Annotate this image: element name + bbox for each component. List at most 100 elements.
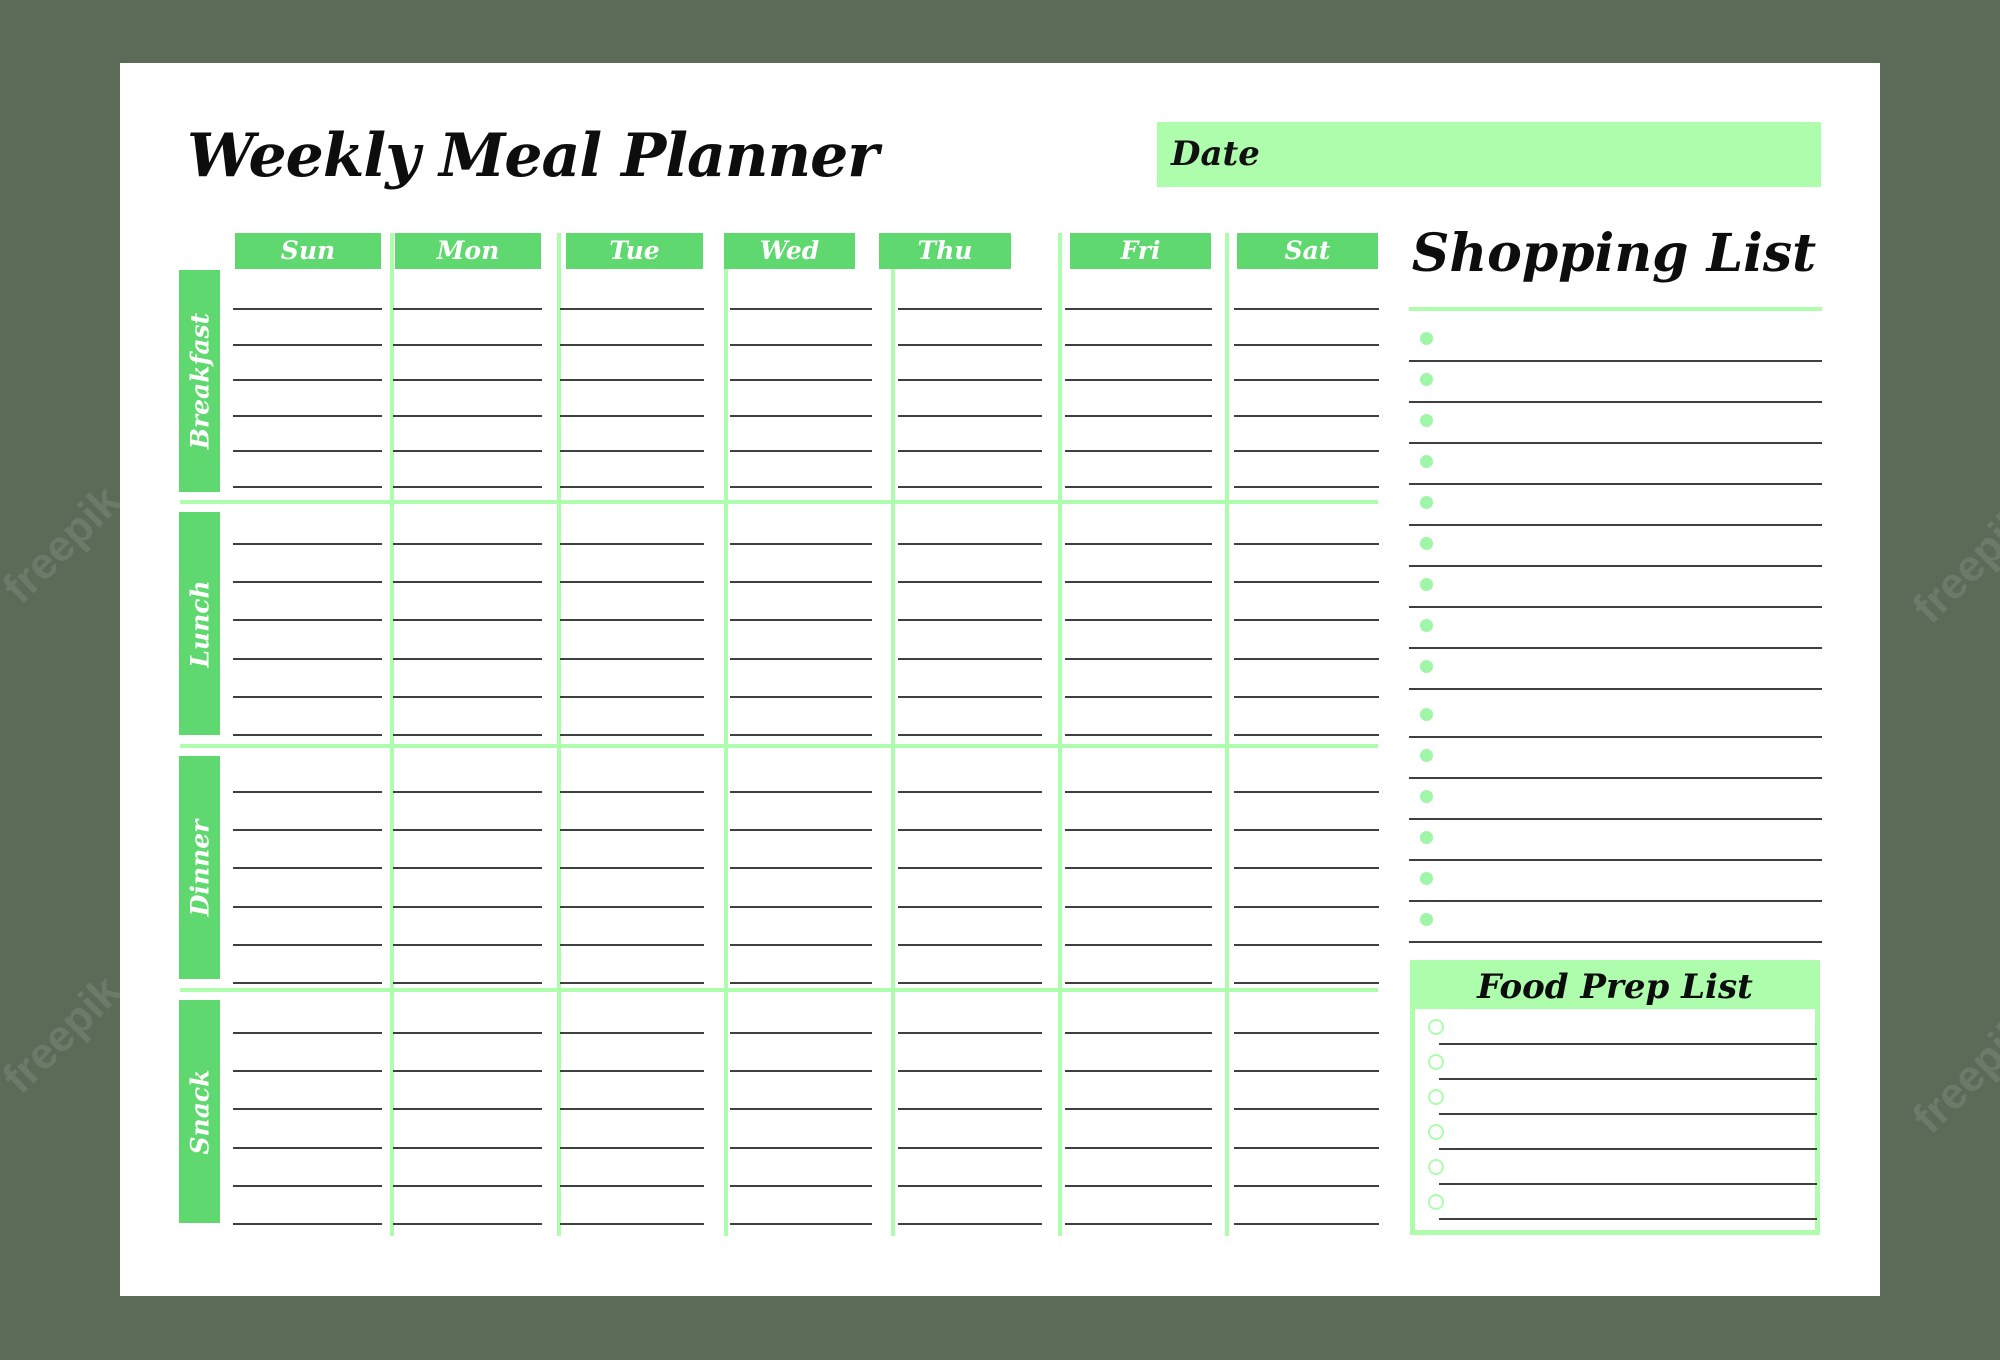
meal-entry-line-breakfast-thu[interactable] [898,415,1042,417]
meal-entry-line-dinner-sun[interactable] [233,867,382,869]
meal-entry-line-breakfast-sun[interactable] [233,486,382,488]
meal-entry-line-lunch-tue[interactable] [560,734,704,736]
meal-entry-line-dinner-tue[interactable] [560,867,704,869]
meal-entry-line-dinner-mon[interactable] [393,982,542,984]
meal-entry-line-snack-wed[interactable] [730,1223,872,1225]
meal-entry-line-lunch-fri[interactable] [1065,734,1212,736]
meal-entry-line-snack-sun[interactable] [233,1147,382,1149]
shopping-list-item[interactable] [1409,565,1822,567]
checkbox-circle-icon[interactable] [1428,1089,1444,1105]
meal-entry-line-dinner-wed[interactable] [730,791,872,793]
meal-entry-line-dinner-sat[interactable] [1234,906,1379,908]
shopping-list-item[interactable] [1409,736,1822,738]
meal-entry-line-snack-thu[interactable] [898,1223,1042,1225]
food-prep-item[interactable] [1439,1218,1817,1220]
meal-entry-line-breakfast-mon[interactable] [393,308,542,310]
meal-entry-line-dinner-thu[interactable] [898,944,1042,946]
shopping-list-item[interactable] [1409,818,1822,820]
meal-entry-line-lunch-sat[interactable] [1234,734,1379,736]
meal-entry-line-snack-tue[interactable] [560,1070,704,1072]
meal-entry-line-dinner-tue[interactable] [560,944,704,946]
meal-entry-line-dinner-sun[interactable] [233,982,382,984]
shopping-list-item[interactable] [1409,401,1822,403]
meal-entry-line-lunch-tue[interactable] [560,658,704,660]
meal-entry-line-snack-sat[interactable] [1234,1108,1379,1110]
meal-entry-line-breakfast-sun[interactable] [233,344,382,346]
food-prep-item[interactable] [1439,1043,1817,1045]
meal-entry-line-breakfast-sat[interactable] [1234,415,1379,417]
meal-entry-line-dinner-thu[interactable] [898,867,1042,869]
meal-entry-line-breakfast-sat[interactable] [1234,450,1379,452]
meal-entry-line-dinner-thu[interactable] [898,906,1042,908]
meal-entry-line-dinner-thu[interactable] [898,829,1042,831]
meal-entry-line-breakfast-wed[interactable] [730,308,872,310]
meal-entry-line-snack-fri[interactable] [1065,1147,1212,1149]
meal-entry-line-dinner-fri[interactable] [1065,829,1212,831]
meal-entry-line-dinner-fri[interactable] [1065,867,1212,869]
meal-entry-line-lunch-thu[interactable] [898,696,1042,698]
meal-entry-line-snack-wed[interactable] [730,1070,872,1072]
checkbox-circle-icon[interactable] [1428,1124,1444,1140]
meal-entry-line-lunch-sun[interactable] [233,696,382,698]
meal-entry-line-breakfast-sun[interactable] [233,450,382,452]
meal-entry-line-dinner-sun[interactable] [233,791,382,793]
meal-entry-line-dinner-mon[interactable] [393,906,542,908]
meal-entry-line-breakfast-tue[interactable] [560,450,704,452]
meal-entry-line-lunch-sat[interactable] [1234,581,1379,583]
meal-entry-line-lunch-mon[interactable] [393,696,542,698]
meal-entry-line-breakfast-tue[interactable] [560,308,704,310]
meal-entry-line-breakfast-wed[interactable] [730,379,872,381]
meal-entry-line-breakfast-sun[interactable] [233,415,382,417]
meal-entry-line-dinner-tue[interactable] [560,791,704,793]
checkbox-circle-icon[interactable] [1428,1019,1444,1035]
meal-entry-line-breakfast-tue[interactable] [560,379,704,381]
shopping-list-item[interactable] [1409,647,1822,649]
meal-entry-line-snack-tue[interactable] [560,1108,704,1110]
meal-entry-line-breakfast-fri[interactable] [1065,344,1212,346]
meal-entry-line-breakfast-mon[interactable] [393,415,542,417]
meal-entry-line-breakfast-sat[interactable] [1234,344,1379,346]
meal-entry-line-lunch-sun[interactable] [233,581,382,583]
meal-entry-line-snack-sun[interactable] [233,1223,382,1225]
meal-entry-line-breakfast-fri[interactable] [1065,379,1212,381]
meal-entry-line-dinner-thu[interactable] [898,791,1042,793]
meal-entry-line-breakfast-fri[interactable] [1065,450,1212,452]
meal-entry-line-lunch-sun[interactable] [233,619,382,621]
meal-entry-line-dinner-sat[interactable] [1234,982,1379,984]
meal-entry-line-snack-tue[interactable] [560,1032,704,1034]
meal-entry-line-lunch-sun[interactable] [233,734,382,736]
meal-entry-line-lunch-thu[interactable] [898,543,1042,545]
meal-entry-line-breakfast-thu[interactable] [898,308,1042,310]
meal-entry-line-snack-sat[interactable] [1234,1223,1379,1225]
meal-entry-line-snack-sun[interactable] [233,1070,382,1072]
date-field[interactable]: Date [1157,122,1821,187]
meal-entry-line-snack-thu[interactable] [898,1147,1042,1149]
meal-entry-line-snack-wed[interactable] [730,1147,872,1149]
meal-entry-line-lunch-sat[interactable] [1234,658,1379,660]
meal-entry-line-lunch-thu[interactable] [898,619,1042,621]
meal-entry-line-breakfast-mon[interactable] [393,379,542,381]
meal-entry-line-breakfast-mon[interactable] [393,486,542,488]
meal-entry-line-dinner-sun[interactable] [233,944,382,946]
meal-entry-line-dinner-wed[interactable] [730,982,872,984]
meal-entry-line-dinner-mon[interactable] [393,944,542,946]
meal-entry-line-dinner-sat[interactable] [1234,829,1379,831]
food-prep-item[interactable] [1439,1113,1817,1115]
meal-entry-line-lunch-sun[interactable] [233,658,382,660]
meal-entry-line-dinner-sat[interactable] [1234,944,1379,946]
meal-entry-line-lunch-wed[interactable] [730,543,872,545]
meal-entry-line-snack-thu[interactable] [898,1185,1042,1187]
meal-entry-line-snack-mon[interactable] [393,1185,542,1187]
meal-entry-line-lunch-mon[interactable] [393,581,542,583]
meal-entry-line-dinner-tue[interactable] [560,829,704,831]
meal-entry-line-breakfast-wed[interactable] [730,486,872,488]
meal-entry-line-snack-fri[interactable] [1065,1032,1212,1034]
meal-entry-line-snack-tue[interactable] [560,1223,704,1225]
meal-entry-line-lunch-sat[interactable] [1234,619,1379,621]
checkbox-circle-icon[interactable] [1428,1054,1444,1070]
meal-entry-line-dinner-fri[interactable] [1065,982,1212,984]
food-prep-item[interactable] [1439,1078,1817,1080]
meal-entry-line-snack-sat[interactable] [1234,1147,1379,1149]
meal-entry-line-dinner-fri[interactable] [1065,906,1212,908]
meal-entry-line-lunch-wed[interactable] [730,658,872,660]
